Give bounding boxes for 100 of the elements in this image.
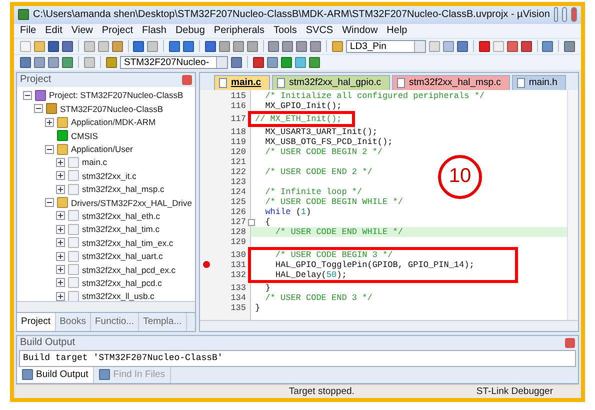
expand-toggle-icon[interactable] bbox=[23, 90, 32, 100]
toolbar-icon[interactable] bbox=[267, 56, 278, 68]
toolbar-icon[interactable] bbox=[478, 40, 490, 52]
file-tab[interactable]: stm32f2xx_hal_msp.c bbox=[392, 74, 510, 90]
code-token: /* USER CODE END WHILE */ bbox=[274, 226, 403, 237]
panel-tab[interactable]: Books bbox=[56, 312, 91, 331]
maximize-button[interactable] bbox=[562, 7, 567, 22]
toolbar-icon[interactable] bbox=[310, 40, 322, 52]
toolbar-icon[interactable] bbox=[182, 40, 194, 52]
toolbar-icon[interactable] bbox=[62, 56, 73, 68]
menu-item[interactable]: View bbox=[71, 25, 93, 36]
menu-item[interactable]: SVCS bbox=[306, 25, 334, 36]
toolbar-icon[interactable] bbox=[246, 40, 258, 52]
horizontal-scrollbar[interactable] bbox=[17, 300, 195, 312]
code-token: ) bbox=[306, 206, 312, 217]
tree-item[interactable]: Drivers/STM32F2xx_HAL_Drive bbox=[71, 198, 192, 208]
toolbar-icon[interactable] bbox=[282, 40, 294, 52]
expand-toggle-icon[interactable] bbox=[45, 118, 54, 127]
tree-item[interactable]: STM32F207Nucleo-ClassB bbox=[60, 104, 163, 114]
toolbar-icon[interactable] bbox=[253, 56, 264, 68]
menu-item[interactable]: Help bbox=[386, 25, 408, 36]
file-tab[interactable]: main.h bbox=[512, 74, 566, 90]
line-number: 117 bbox=[230, 114, 246, 124]
panel-tab[interactable]: Project bbox=[17, 312, 56, 331]
toolbar-icon[interactable] bbox=[506, 40, 518, 52]
menu-item[interactable]: Flash bbox=[142, 25, 166, 36]
tree-item[interactable]: CMSIS bbox=[71, 130, 98, 141]
target-combo[interactable]: STM32F207Nucleo- bbox=[120, 56, 228, 69]
find-combo[interactable]: LD3_Pin bbox=[346, 40, 426, 53]
output-tab[interactable]: Build Output bbox=[17, 366, 94, 383]
toolbar-icon[interactable] bbox=[204, 40, 216, 52]
tree-item[interactable]: Project: STM32F207Nucleo-ClassB bbox=[49, 90, 184, 100]
toolbar-icon[interactable] bbox=[62, 40, 73, 52]
expand-toggle-icon[interactable] bbox=[56, 238, 65, 248]
toolbar-icon[interactable] bbox=[34, 56, 45, 68]
menu-item[interactable]: Project bbox=[102, 25, 133, 36]
horizontal-scrollbar[interactable] bbox=[200, 320, 578, 331]
toolbar-icon[interactable] bbox=[296, 40, 308, 52]
toolbar-icon[interactable] bbox=[520, 40, 532, 52]
expand-toggle-icon[interactable] bbox=[56, 252, 65, 261]
tree-item[interactable]: stm32f2xx_it.c bbox=[82, 170, 136, 181]
tree-item[interactable]: stm32f2xx_hal_uart.c bbox=[82, 251, 163, 262]
expand-toggle-icon[interactable] bbox=[56, 211, 65, 220]
toolbar-icon[interactable] bbox=[542, 40, 554, 52]
breakpoint-icon[interactable] bbox=[203, 261, 210, 268]
tree-item[interactable]: Application/MDK-ARM bbox=[71, 117, 156, 128]
expand-toggle-icon[interactable] bbox=[56, 278, 65, 288]
toolbar-icon[interactable] bbox=[48, 56, 59, 68]
toolbar-icon[interactable] bbox=[309, 56, 320, 68]
file-tab[interactable]: stm32f2xx_hal_gpio.c bbox=[272, 74, 390, 90]
tree-item[interactable]: stm32f2xx_ll_usb.c bbox=[82, 291, 154, 301]
toolbar-icon[interactable] bbox=[133, 40, 144, 52]
expand-toggle-icon[interactable] bbox=[56, 265, 65, 274]
close-icon[interactable] bbox=[182, 74, 192, 85]
line-number: 122 bbox=[230, 166, 246, 177]
panel-tab[interactable]: Functio... bbox=[90, 312, 140, 331]
panel-tab[interactable]: Templa... bbox=[139, 312, 187, 331]
menu-item[interactable]: File bbox=[20, 25, 36, 36]
menu-item[interactable]: Tools bbox=[274, 25, 297, 36]
expand-toggle-icon[interactable] bbox=[34, 104, 43, 114]
menu-item[interactable]: Peripherals bbox=[214, 25, 264, 36]
toolbar-icon[interactable] bbox=[232, 40, 244, 52]
toolbar-icon[interactable] bbox=[456, 40, 468, 52]
tree-item[interactable]: stm32f2xx_hal_tim.c bbox=[82, 224, 160, 234]
expand-toggle-icon[interactable] bbox=[45, 198, 54, 208]
vertical-scrollbar[interactable] bbox=[567, 90, 578, 320]
toolbar-icon[interactable] bbox=[106, 56, 117, 68]
fold-toggle-icon[interactable] bbox=[248, 218, 255, 226]
toolbar-icon[interactable] bbox=[218, 40, 230, 52]
toolbar-icon[interactable] bbox=[168, 40, 180, 52]
expand-toggle-icon[interactable] bbox=[56, 292, 65, 301]
tree-item[interactable]: main.c bbox=[82, 157, 108, 168]
expand-toggle-icon[interactable] bbox=[56, 171, 65, 180]
tree-item[interactable]: stm32f2xx_hal_eth.c bbox=[82, 210, 160, 221]
line-number: 124 bbox=[230, 186, 246, 197]
toolbar-icon[interactable] bbox=[268, 40, 280, 52]
tree-item[interactable]: stm32f2xx_hal_pcd_ex.c bbox=[82, 264, 176, 275]
toolbar-icon[interactable] bbox=[281, 56, 292, 68]
menu-item[interactable]: Debug bbox=[175, 25, 205, 36]
minimize-button[interactable] bbox=[554, 7, 558, 22]
code-token: 1 bbox=[300, 206, 306, 217]
expand-toggle-icon[interactable] bbox=[56, 184, 65, 194]
expand-toggle-icon[interactable] bbox=[56, 224, 65, 234]
file-tab[interactable]: main.c bbox=[214, 74, 270, 90]
toolbar-icon[interactable] bbox=[48, 40, 59, 52]
toolbar-icon[interactable] bbox=[112, 40, 123, 52]
toolbar-icon[interactable] bbox=[564, 40, 575, 52]
menu-item[interactable]: Edit bbox=[45, 25, 62, 36]
tree-item[interactable]: stm32f2xx_hal_tim_ex.c bbox=[82, 238, 174, 248]
toolbar-icon[interactable] bbox=[20, 56, 31, 68]
line-number: 118 bbox=[230, 126, 246, 137]
tree-item[interactable]: Application/User bbox=[71, 144, 133, 154]
tree-item[interactable]: stm32f2xx_hal_msp.c bbox=[82, 184, 164, 194]
tree-item[interactable]: stm32f2xx_hal_pcd.c bbox=[82, 278, 162, 288]
expand-toggle-icon[interactable] bbox=[45, 144, 54, 154]
menu-item[interactable]: Window bbox=[342, 25, 378, 36]
toolbar-icon[interactable] bbox=[231, 56, 242, 68]
close-icon[interactable] bbox=[565, 338, 575, 348]
expand-toggle-icon[interactable] bbox=[56, 158, 65, 167]
close-button[interactable] bbox=[570, 7, 578, 22]
